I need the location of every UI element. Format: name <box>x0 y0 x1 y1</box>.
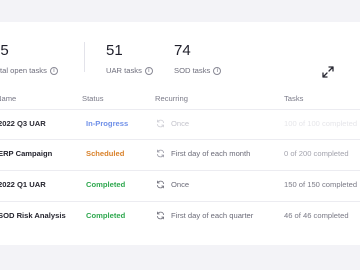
stat-label: UAR tasks i <box>106 66 153 75</box>
stat-label-text: SOD tasks <box>174 66 211 75</box>
row-name: 2022 Q1 UAR <box>0 180 46 189</box>
row-tasks: 100 of 100 completed <box>284 119 358 128</box>
stat-value: 74 <box>174 42 191 59</box>
status-badge: Completed <box>86 211 126 220</box>
status-badge: Completed <box>86 180 126 189</box>
row-recurring: Once <box>156 180 189 189</box>
info-icon[interactable]: i <box>49 66 58 75</box>
row-name: 2022 Q3 UAR <box>0 119 46 128</box>
row-tasks: 0 of 200 completed <box>284 149 349 158</box>
stat-uar-tasks: 51 UAR tasks i <box>106 42 153 75</box>
row-tasks: 150 of 150 completed <box>284 180 358 189</box>
stat-sod-tasks: 74 SOD tasks i <box>174 42 222 75</box>
refresh-icon <box>156 211 165 220</box>
info-icon[interactable]: i <box>144 66 153 75</box>
row-recurring: First day of each quarter <box>156 211 253 220</box>
stat-value: 25 <box>0 42 9 59</box>
info-icon[interactable]: i <box>213 66 222 75</box>
row-name: ERP Campaign <box>0 149 53 158</box>
refresh-icon <box>156 180 165 189</box>
row-divider <box>0 139 360 140</box>
recurring-text: First day of each month <box>171 149 251 158</box>
expand-icon[interactable] <box>322 66 334 78</box>
stat-label: Total open tasks i <box>0 66 58 75</box>
tasks-card: 25 Total open tasks i 51 UAR tasks i 74 … <box>0 22 360 245</box>
stat-divider <box>84 42 85 72</box>
row-divider <box>0 201 360 202</box>
recurring-text: First day of each quarter <box>171 211 254 220</box>
status-badge: Scheduled <box>86 149 125 158</box>
stat-value: 51 <box>106 42 123 59</box>
column-header-name[interactable]: Name <box>0 94 16 103</box>
table-row[interactable]: 2022 Q1 UAR Completed Once 150 of 150 co… <box>0 170 360 200</box>
column-header-recurring[interactable]: Recurring <box>155 94 188 103</box>
row-recurring: Once <box>156 119 189 128</box>
stat-label-text: Total open tasks <box>0 66 47 75</box>
row-recurring: First day of each month <box>156 149 250 158</box>
column-header-status[interactable]: Status <box>82 94 104 103</box>
recurring-text: Once <box>171 119 190 128</box>
recurring-text: Once <box>171 180 190 189</box>
stat-total-open-tasks: 25 Total open tasks i <box>0 42 58 75</box>
refresh-icon <box>156 149 165 158</box>
column-header-tasks[interactable]: Tasks <box>284 94 303 103</box>
row-divider <box>0 170 360 171</box>
row-tasks: 46 of 46 completed <box>284 211 349 220</box>
table-row[interactable]: 2022 Q3 UAR In-Progress Once 100 of 100 … <box>0 109 360 139</box>
table-row[interactable]: SOD Risk Analysis Completed First day of… <box>0 201 360 231</box>
stat-label: SOD tasks i <box>174 66 222 75</box>
row-name: SOD Risk Analysis <box>0 211 66 220</box>
stat-label-text: UAR tasks <box>106 66 142 75</box>
status-badge: In-Progress <box>86 119 129 128</box>
row-divider <box>0 109 360 110</box>
table-row[interactable]: ERP Campaign Scheduled First day of each… <box>0 139 360 169</box>
refresh-icon <box>156 119 165 128</box>
